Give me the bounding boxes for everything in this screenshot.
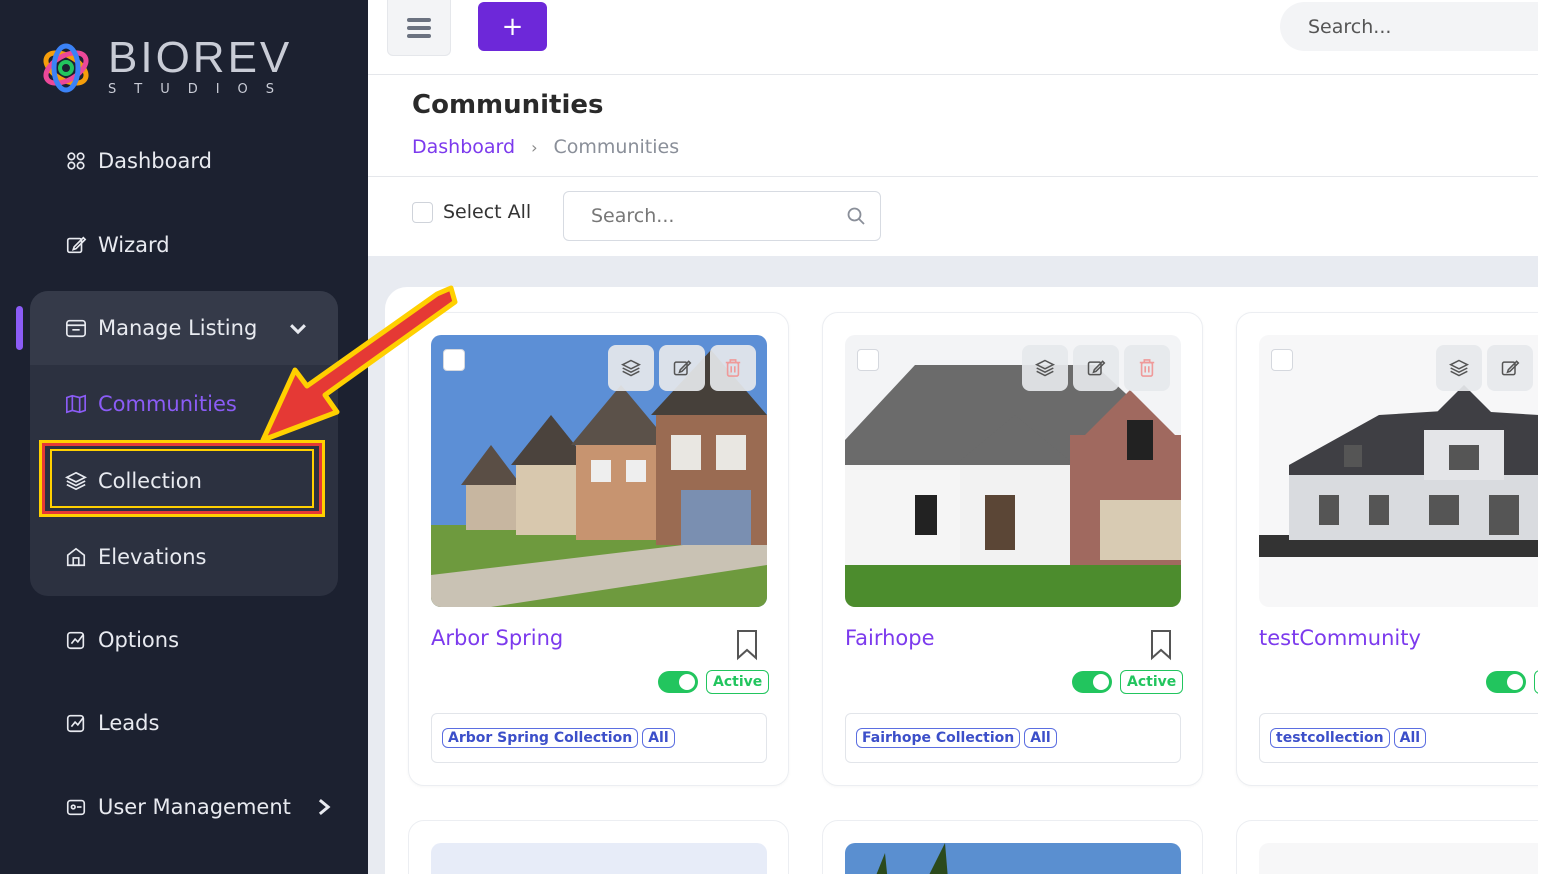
sidebar-item-label: Collection (98, 469, 202, 493)
annotation-arrow-icon (260, 285, 458, 443)
topbar: + Search... (368, 0, 1542, 75)
sidebar-item-leads[interactable]: Leads (64, 711, 159, 735)
sidebar-item-label: Dashboard (98, 149, 212, 173)
edit-icon[interactable] (1073, 345, 1119, 391)
select-all[interactable]: Select All (412, 201, 531, 223)
id-card-icon (64, 795, 88, 819)
sidebar-item-label: Options (98, 628, 180, 652)
breadcrumb-dashboard[interactable]: Dashboard (412, 136, 515, 158)
sidebar-item-label: Communities (98, 392, 237, 416)
map-icon (64, 392, 88, 416)
brand-name: BIOREV (108, 33, 293, 82)
tags-box: Fairhope Collection All (845, 713, 1181, 763)
community-image[interactable] (1259, 843, 1542, 874)
layers-icon[interactable] (1436, 345, 1482, 391)
breadcrumb-current: Communities (553, 136, 680, 158)
add-button[interactable]: + (478, 2, 547, 51)
layers-icon[interactable] (1022, 345, 1068, 391)
sidebar-item-user-management[interactable]: User Management (64, 795, 335, 819)
divider (368, 176, 1542, 177)
sidebar-item-label: Wizard (98, 233, 170, 257)
menu-toggle-button[interactable] (387, 0, 451, 56)
select-all-label: Select All (443, 201, 532, 223)
edit-icon[interactable] (1487, 345, 1533, 391)
hamburger-icon (407, 17, 431, 38)
logo-mark-icon (38, 40, 94, 96)
tags-box: testcollection All (1259, 713, 1542, 763)
sidebar-item-collection[interactable]: Collection (64, 469, 202, 493)
trash-icon[interactable] (710, 345, 756, 391)
sidebar-item-wizard[interactable]: Wizard (64, 233, 170, 257)
community-card[interactable] (1236, 820, 1542, 874)
community-image[interactable] (431, 843, 767, 874)
page-title: Communities (412, 90, 604, 120)
home-icon (64, 545, 88, 569)
window-edge (1538, 0, 1542, 874)
collection-tag[interactable]: All (1024, 728, 1057, 748)
card-checkbox[interactable] (857, 349, 879, 371)
layers-icon (64, 469, 88, 493)
brand-sub: STUDIOS (108, 82, 293, 97)
community-card[interactable] (822, 820, 1203, 874)
breadcrumb: Dashboard › Communities (412, 136, 679, 158)
community-card[interactable] (408, 820, 789, 874)
sidebar-item-label: Manage Listing (98, 316, 258, 340)
edit-icon[interactable] (659, 345, 705, 391)
top-search-input[interactable]: Search... (1280, 2, 1542, 51)
collection-tag[interactable]: testcollection (1270, 728, 1390, 748)
trash-icon[interactable] (1124, 345, 1170, 391)
layers-icon[interactable] (608, 345, 654, 391)
status-toggle[interactable] (658, 671, 698, 693)
card-checkbox[interactable] (1271, 349, 1293, 371)
sidebar-item-communities[interactable]: Communities (64, 392, 237, 416)
chevron-right-icon (313, 796, 335, 818)
filter-search-input[interactable]: Search... (563, 191, 881, 241)
community-card[interactable]: Fairhope Active Fairhope Collection All (822, 312, 1203, 786)
status-badge: Active (1120, 670, 1184, 694)
collection-tag[interactable]: All (642, 728, 675, 748)
sidebar-item-elevations[interactable]: Elevations (64, 545, 207, 569)
brand-logo[interactable]: BIOREV STUDIOS (38, 33, 293, 97)
bookmark-icon[interactable] (1149, 629, 1173, 665)
tags-box: Arbor Spring Collection All (431, 713, 767, 763)
bookmark-icon[interactable] (735, 629, 759, 665)
select-all-checkbox[interactable] (412, 201, 433, 223)
sidebar-item-label: Elevations (98, 545, 207, 569)
community-card[interactable]: testCommunity Active testcollection All (1236, 312, 1542, 786)
chart-icon (64, 711, 88, 735)
filter-search-placeholder: Search... (591, 205, 675, 227)
community-card[interactable]: Arbor Spring Active Arbor Spring Collect… (408, 312, 789, 786)
breadcrumb-separator: › (531, 137, 538, 157)
collection-tag[interactable]: Fairhope Collection (856, 728, 1021, 748)
community-name[interactable]: testCommunity (1259, 626, 1421, 650)
community-name[interactable]: Arbor Spring (431, 626, 563, 650)
active-indicator (16, 306, 23, 350)
community-name[interactable]: Fairhope (845, 626, 935, 650)
folder-icon (64, 316, 88, 340)
grid-icon (64, 149, 88, 173)
status-toggle[interactable] (1072, 671, 1112, 693)
community-image[interactable] (845, 843, 1181, 874)
collection-tag[interactable]: Arbor Spring Collection (442, 728, 639, 748)
collection-tag[interactable]: All (1393, 728, 1427, 748)
status-toggle[interactable] (1486, 671, 1526, 693)
sidebar-item-label: User Management (98, 795, 291, 819)
status-badge: Active (706, 670, 770, 694)
edit-icon (64, 233, 88, 257)
search-icon[interactable] (846, 206, 866, 231)
sidebar-item-options[interactable]: Options (64, 628, 179, 652)
sidebar-item-dashboard[interactable]: Dashboard (64, 149, 212, 173)
chart-icon (64, 628, 88, 652)
sidebar-item-label: Leads (98, 711, 160, 735)
